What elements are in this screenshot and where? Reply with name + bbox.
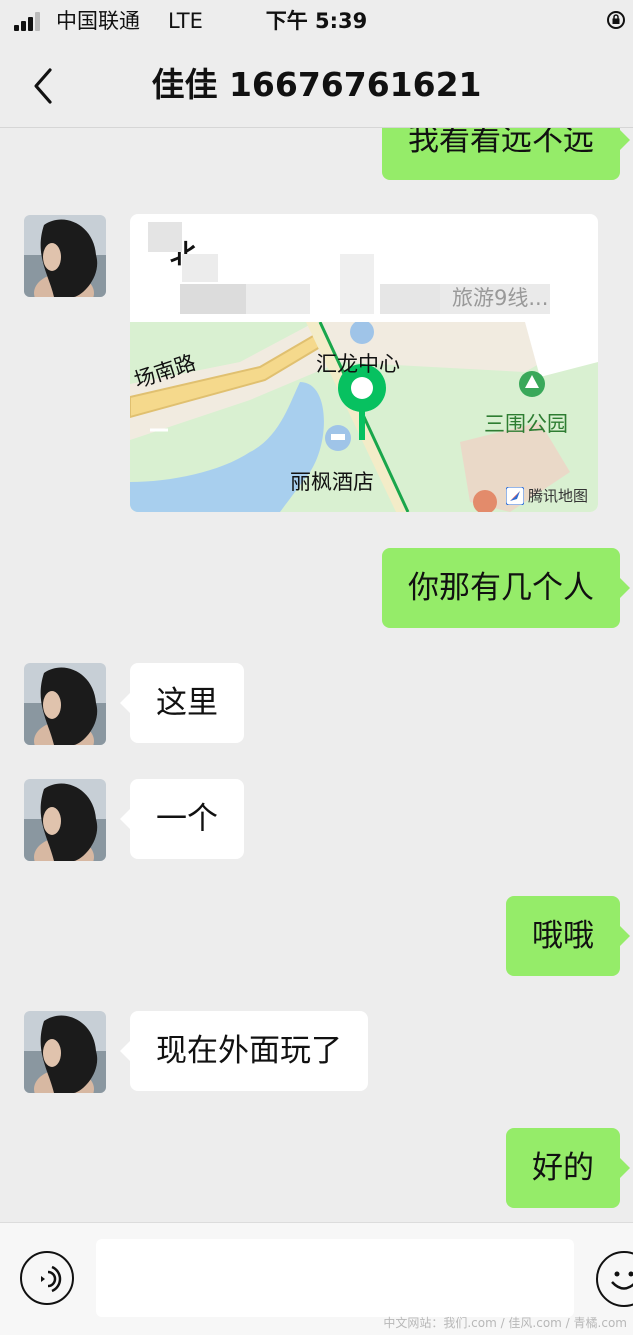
voice-icon <box>22 1253 72 1303</box>
message-text: 我看看远不远 <box>408 128 594 158</box>
map-label-park: 三围公园 <box>484 408 568 438</box>
redaction-block <box>340 254 374 314</box>
message-bubble-outgoing[interactable]: 哦哦 <box>506 896 620 976</box>
emoji-button[interactable] <box>596 1251 633 1307</box>
message-bubble-outgoing[interactable]: 我看看远不远 <box>382 128 620 180</box>
message-text: 哦哦 <box>532 918 594 954</box>
message-bubble-outgoing[interactable]: 好的 <box>506 1128 620 1208</box>
avatar-image <box>24 215 106 297</box>
chat-header: 佳佳 16676761621 <box>0 42 633 128</box>
redaction-block <box>380 284 440 314</box>
avatar[interactable] <box>24 215 106 297</box>
message-bubble-incoming[interactable]: 这里 <box>130 663 244 743</box>
map-label-hotel: 丽枫酒店 <box>290 466 374 496</box>
avatar[interactable] <box>24 663 106 745</box>
message-list[interactable]: 我看看远不远 北 旅游9线... <box>0 128 633 1222</box>
avatar[interactable] <box>24 1011 106 1093</box>
map-attribution-text: 腾讯地图 <box>528 485 588 506</box>
location-card[interactable]: 北 旅游9线... <box>130 214 598 512</box>
voice-button[interactable] <box>20 1251 74 1305</box>
avatar[interactable] <box>24 779 106 861</box>
watermark: 中文网站：我们.com / 佳风.com / 青橘.com <box>383 1314 627 1331</box>
chat-title: 佳佳 16676761621 <box>0 64 633 106</box>
message-bubble-incoming[interactable]: 一个 <box>130 779 244 859</box>
map-view[interactable]: 场南路 汇龙中心 三围公园 丽枫酒店 腾讯地图 <box>130 322 598 512</box>
message-text: 你那有几个人 <box>408 570 594 606</box>
status-time: 下午 5:39 <box>0 8 633 34</box>
map-attribution: 腾讯地图 <box>506 485 588 506</box>
message-text: 这里 <box>156 685 218 721</box>
message-text: 现在外面玩了 <box>156 1033 342 1069</box>
location-address: 旅游9线... <box>452 282 548 312</box>
emoji-icon <box>598 1253 633 1305</box>
map-label-center: 汇龙中心 <box>316 348 400 378</box>
status-bar: 中国联通 LTE 下午 5:39 <box>0 0 633 42</box>
avatar-image <box>24 779 106 861</box>
location-header: 北 旅游9线... <box>130 214 598 322</box>
redaction-block <box>246 284 310 314</box>
avatar-image <box>24 663 106 745</box>
message-bubble-outgoing[interactable]: 你那有几个人 <box>382 548 620 628</box>
avatar-image <box>24 1011 106 1093</box>
rotation-lock-icon <box>606 10 626 30</box>
input-bar: 中文网站：我们.com / 佳风.com / 青橘.com <box>0 1222 633 1335</box>
message-text: 好的 <box>532 1150 594 1186</box>
message-text: 一个 <box>156 801 218 837</box>
message-bubble-incoming[interactable]: 现在外面玩了 <box>130 1011 368 1091</box>
message-input[interactable] <box>96 1239 574 1317</box>
compass-icon <box>506 487 524 505</box>
redaction-block <box>182 254 218 282</box>
redaction-block <box>148 222 182 252</box>
